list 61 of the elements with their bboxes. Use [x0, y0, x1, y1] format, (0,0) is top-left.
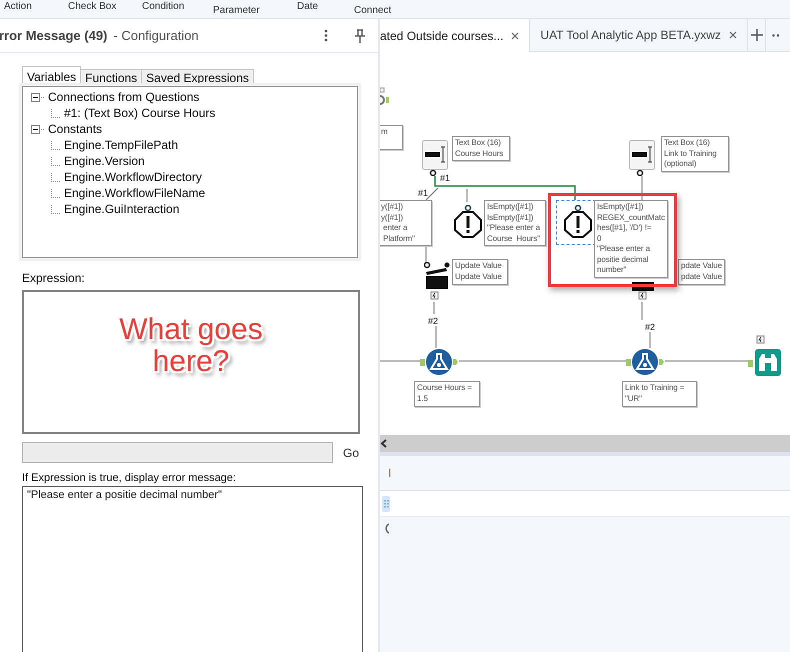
connection-label: #1 [440, 173, 450, 183]
tree-item[interactable]: Engine.GuiInteraction [64, 202, 180, 216]
ribbon-tool-label[interactable]: Check Box [68, 1, 142, 13]
ribbon-tool-label[interactable]: Action [4, 1, 68, 13]
annotation-note: Text Box (16) Link to Training (optional) [661, 136, 729, 172]
lightning-icon [638, 292, 646, 300]
annotation-note: Course Hours = 1.5 [414, 381, 480, 407]
panel-label: I [388, 466, 392, 480]
ribbon-tool-label[interactable]: Connect [354, 5, 392, 17]
tree-item[interactable]: Engine.TempFilePath [64, 138, 178, 152]
go-button[interactable]: Go [343, 446, 360, 460]
close-icon[interactable] [511, 32, 520, 40]
more-options-icon[interactable] [324, 29, 328, 42]
annotation-note: Link to Training = "UR" [622, 381, 697, 407]
ribbon-tool-label[interactable]: Date [297, 1, 354, 13]
error-tool-icon[interactable] [564, 205, 592, 238]
panel-subtitle: - Configuration [113, 28, 200, 43]
add-tab-icon[interactable] [750, 29, 763, 41]
scroll-left-icon[interactable] [380, 439, 388, 448]
pin-icon[interactable] [354, 28, 366, 42]
flask-tool-icon[interactable] [626, 348, 666, 376]
annotation-note: m [380, 125, 403, 150]
binoculars-tool-icon[interactable] [748, 349, 781, 376]
text-box-tool-icon[interactable] [629, 140, 655, 176]
expression-label: Expression: [22, 271, 86, 285]
tree-item[interactable]: Constants [48, 122, 102, 136]
lightning-icon [756, 336, 764, 344]
lightning-icon [430, 292, 438, 300]
tree-item[interactable]: #1: (Text Box) Course Hours [64, 106, 216, 120]
text-box-tool-icon[interactable] [422, 140, 448, 176]
expression-editor[interactable]: What goes here? [22, 290, 360, 434]
connection-label: #1 [418, 188, 428, 198]
message-label: If Expression is true, display error message: [22, 472, 237, 484]
ribbon-tool-label[interactable]: Condition [142, 1, 213, 13]
ribbon-tool-label[interactable]: Parameter [213, 5, 297, 17]
tree-branch-icon [51, 108, 61, 118]
annotation-note: IsEmpty([#1]) IsEmpty([#1]) "Please enter a Course Hours" [484, 200, 546, 246]
clapperboard-tool-icon[interactable] [424, 262, 450, 290]
tree-item[interactable]: Engine.WorkflowDirectory [64, 170, 202, 184]
grid-icon[interactable] [382, 496, 390, 512]
workflow-tab[interactable]: ated Outside courses... [380, 19, 530, 52]
connection-label: #2 [645, 322, 656, 332]
flask-tool-icon[interactable] [420, 348, 460, 376]
collapse-icon[interactable] [31, 124, 45, 134]
tree-item[interactable]: Engine.WorkflowFileName [64, 186, 206, 200]
connection-label: #2 [428, 316, 438, 326]
message-field[interactable]: "Please enter a positie decimal number" [22, 486, 363, 652]
tree-item[interactable]: Engine.Version [64, 154, 145, 168]
annotation-note: Text Box (16) Course Hours [452, 136, 510, 161]
annotation-note: pdate Value pdate Value [678, 259, 726, 285]
collapse-icon[interactable] [31, 92, 45, 102]
annotation-note: Update Value Update Value [452, 259, 508, 285]
error-tool-icon[interactable] [454, 205, 482, 238]
panel-title: rror Message (49) [0, 28, 108, 43]
annotation-note: IsEmpty([#1]) REGEX_countMatc hes([#1], '/D') != 0 "Please enter a positie decimal number" [594, 200, 668, 278]
close-icon[interactable] [728, 31, 737, 39]
input-field[interactable] [22, 442, 333, 463]
annotation-note: y([#1]) y([#1]) enter a Platform" [380, 200, 432, 246]
horizontal-scrollbar[interactable] [380, 435, 790, 456]
annotation-note: What goes here? [119, 314, 263, 378]
tree-item[interactable]: Connections from Questions [48, 90, 200, 104]
